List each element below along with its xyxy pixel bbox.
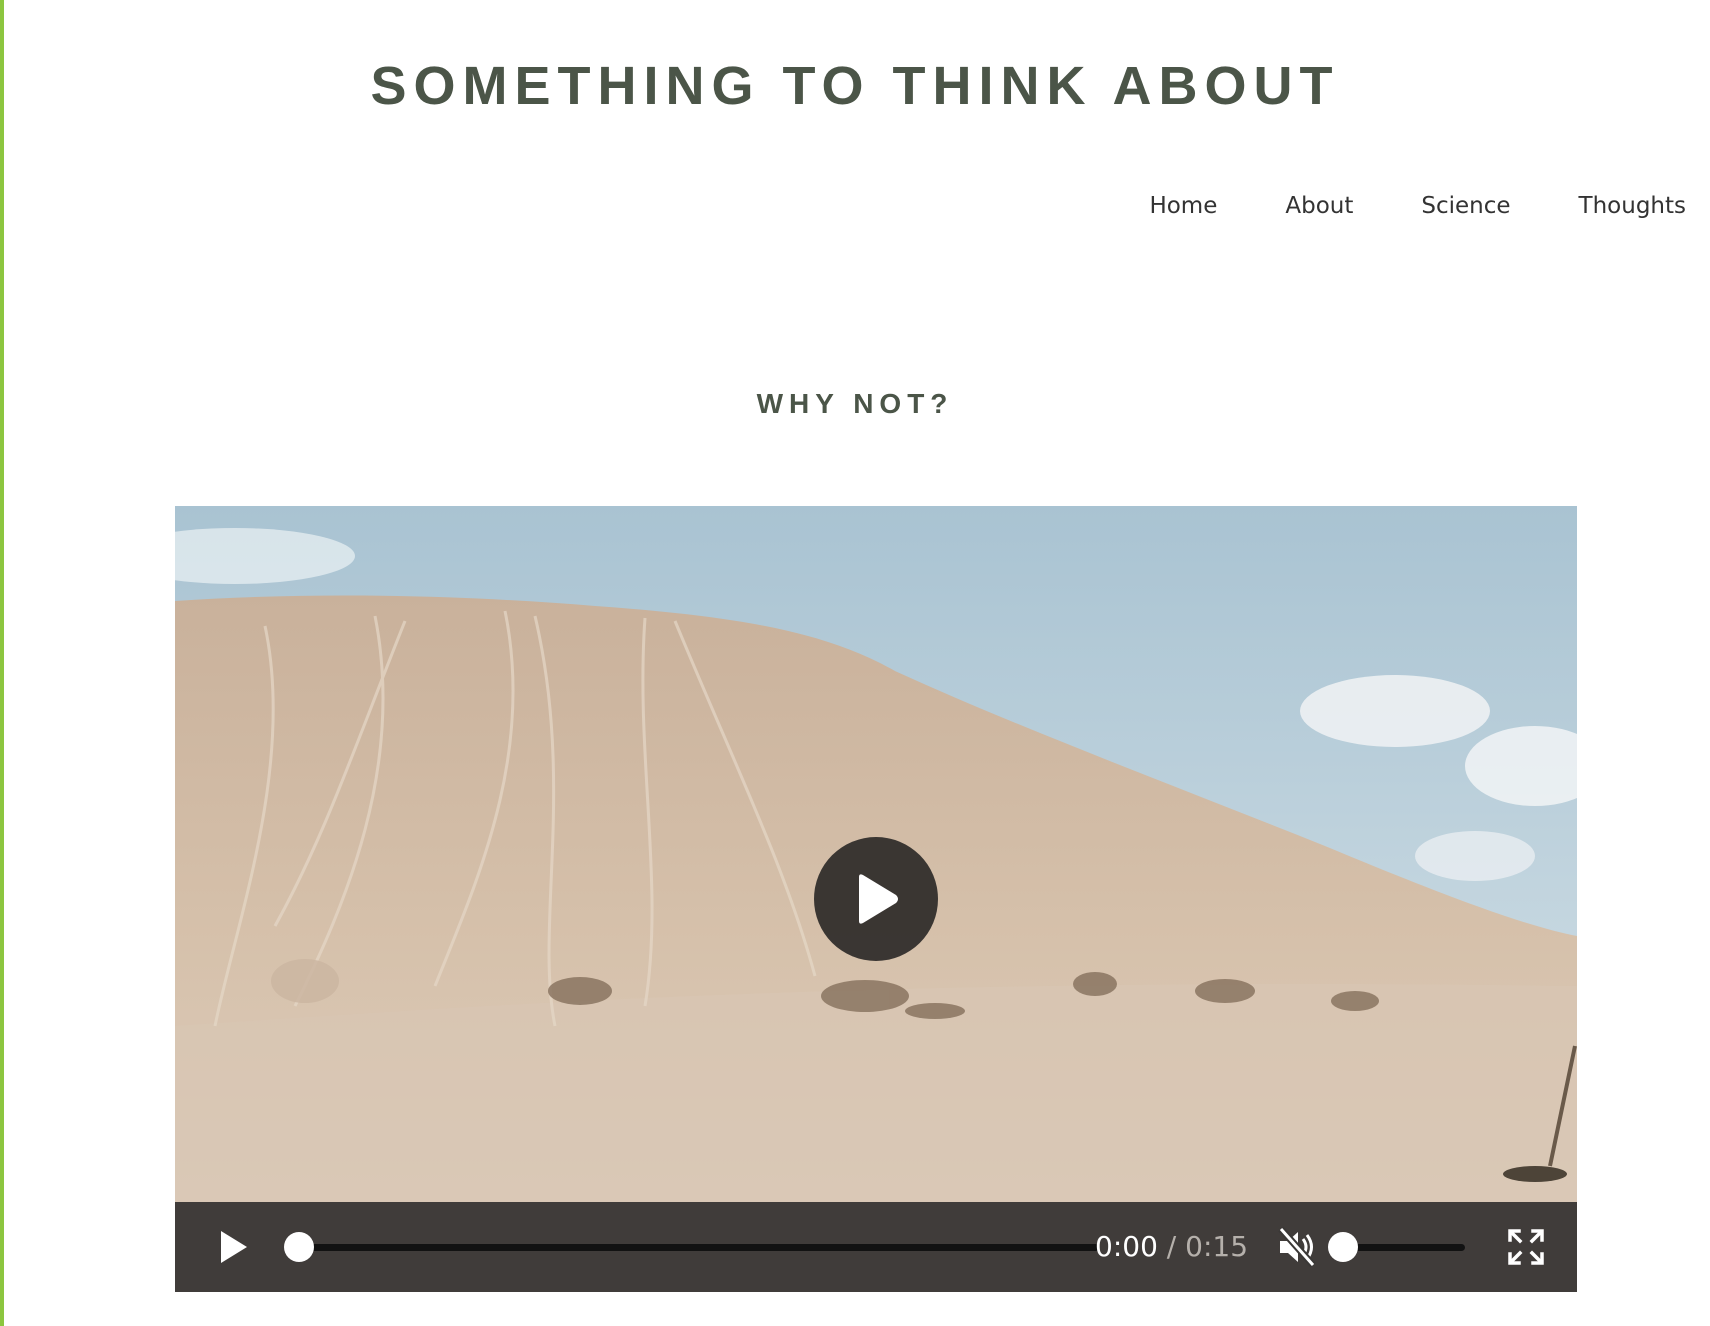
time-separator: / [1166, 1230, 1177, 1263]
mute-button[interactable] [1275, 1225, 1319, 1269]
nav-item-science[interactable]: Science [1421, 193, 1510, 219]
post-title: WHY NOT? [756, 388, 954, 419]
video-controls-bar: 0:00 / 0:15 [175, 1202, 1577, 1292]
volume-track [1343, 1244, 1465, 1251]
play-icon [221, 1231, 247, 1263]
fullscreen-icon [1508, 1229, 1544, 1265]
volume-thumb[interactable] [1328, 1232, 1358, 1262]
nav-item-home[interactable]: Home [1149, 193, 1217, 219]
progress-track [299, 1244, 1099, 1251]
progress-thumb[interactable] [284, 1232, 314, 1262]
volume-muted-icon [1278, 1226, 1316, 1268]
video-player[interactable]: 0:00 / 0:15 [175, 506, 1577, 1292]
fullscreen-button[interactable] [1506, 1227, 1546, 1267]
current-time: 0:00 [1095, 1230, 1158, 1263]
left-accent-border [0, 0, 4, 1326]
site-title[interactable]: SOMETHING TO THINK ABOUT [0, 55, 1710, 117]
duration: 0:15 [1185, 1230, 1249, 1263]
volume-slider[interactable] [1328, 1231, 1465, 1263]
nav-item-thoughts[interactable]: Thoughts [1579, 193, 1686, 219]
big-play-button[interactable] [814, 837, 938, 961]
progress-slider[interactable] [284, 1231, 1099, 1263]
nav-item-about[interactable]: About [1285, 193, 1353, 219]
play-icon [859, 874, 898, 924]
control-play-button[interactable] [215, 1229, 251, 1265]
main-nav: Home About Science Thoughts [1149, 193, 1686, 219]
